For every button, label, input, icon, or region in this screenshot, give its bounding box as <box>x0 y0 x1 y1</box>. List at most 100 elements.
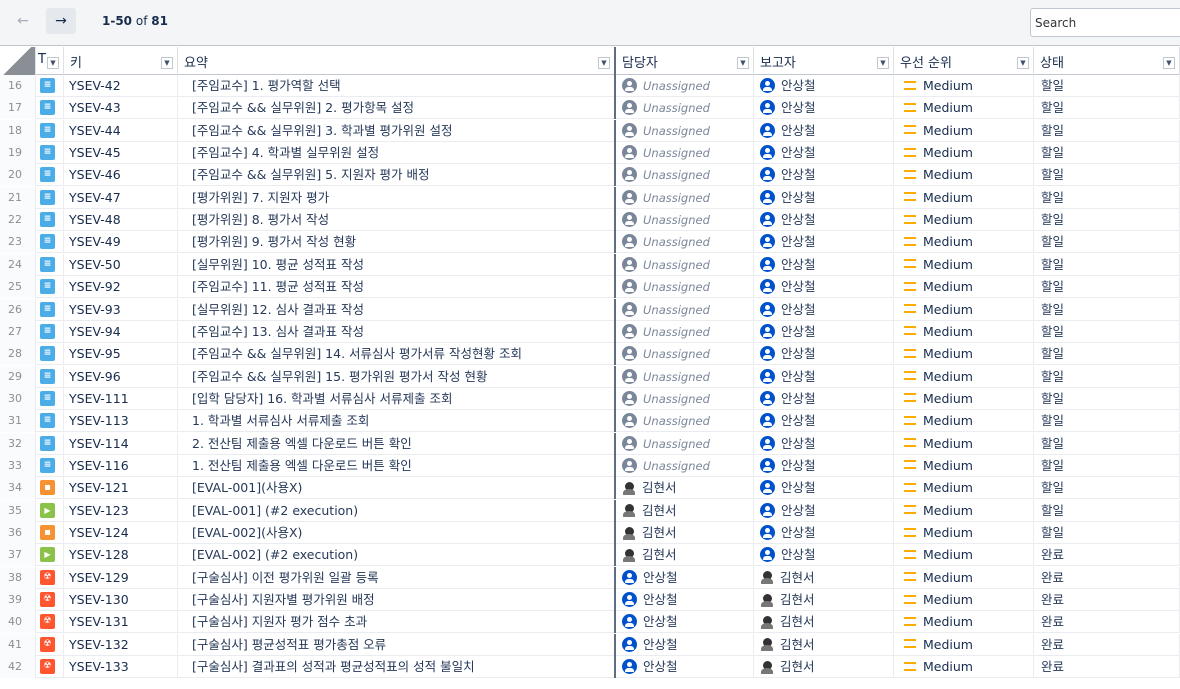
reporter-cell[interactable]: 안상철 <box>754 142 894 165</box>
assignee-cell[interactable]: Unassigned <box>616 119 754 142</box>
assignee-cell[interactable]: 김현서 <box>616 499 754 522</box>
priority-cell[interactable]: Medium <box>894 97 1034 120</box>
issue-key[interactable]: YSEV-49 <box>64 231 178 254</box>
issue-key[interactable]: YSEV-123 <box>64 499 178 522</box>
issue-summary[interactable]: [주임교수 && 실무위원] 14. 서류심사 평가서류 작성현황 조회 <box>178 343 616 366</box>
reporter-cell[interactable]: 안상철 <box>754 97 894 120</box>
status-cell[interactable]: 할일 <box>1034 499 1180 522</box>
reporter-cell[interactable]: 김현서 <box>754 656 894 679</box>
table-row[interactable]: 42 ☢ YSEV-133 [구술심사] 결과표의 성적과 평균성적표의 성적 불일치… <box>0 656 1180 679</box>
issue-key[interactable]: YSEV-133 <box>64 656 178 679</box>
table-row[interactable]: 30 ≡ YSEV-111 [입학 담당자] 16. 학과별 서류심사 서류제출 조회… <box>0 387 1180 410</box>
issue-key[interactable]: YSEV-114 <box>64 432 178 455</box>
priority-cell[interactable]: Medium <box>894 589 1034 612</box>
assignee-cell[interactable]: Unassigned <box>616 253 754 276</box>
reporter-cell[interactable]: 안상철 <box>754 276 894 299</box>
table-row[interactable]: 23 ≡ YSEV-49 [평가위원] 9. 평가서 작성 현황 Unassigned 안… <box>0 231 1180 254</box>
reporter-cell[interactable]: 안상철 <box>754 410 894 433</box>
status-cell[interactable]: 할일 <box>1034 387 1180 410</box>
issue-key[interactable]: YSEV-93 <box>64 298 178 321</box>
status-cell[interactable]: 완료 <box>1034 566 1180 589</box>
priority-cell[interactable]: Medium <box>894 499 1034 522</box>
priority-cell[interactable]: Medium <box>894 432 1034 455</box>
issue-key[interactable]: YSEV-48 <box>64 209 178 232</box>
issue-key[interactable]: YSEV-116 <box>64 454 178 477</box>
status-cell[interactable]: 완료 <box>1034 611 1180 634</box>
issue-summary[interactable]: [구술심사] 평균성적표 평가총점 오류 <box>178 633 616 656</box>
issue-summary[interactable]: [입학 담당자] 16. 학과별 서류심사 서류제출 조회 <box>178 387 616 410</box>
issue-summary[interactable]: [평가위원] 9. 평가서 작성 현황 <box>178 231 616 254</box>
column-header-assignee[interactable]: 담당자 ▼ <box>616 47 754 75</box>
assignee-cell[interactable]: 안상철 <box>616 633 754 656</box>
assignee-cell[interactable]: 김현서 <box>616 477 754 500</box>
issue-key[interactable]: YSEV-47 <box>64 186 178 209</box>
previous-page-button[interactable]: ← <box>8 8 38 34</box>
reporter-cell[interactable]: 안상철 <box>754 298 894 321</box>
issue-key[interactable]: YSEV-113 <box>64 410 178 433</box>
issue-key[interactable]: YSEV-130 <box>64 589 178 612</box>
assignee-cell[interactable]: Unassigned <box>616 186 754 209</box>
table-row[interactable]: 19 ≡ YSEV-45 [주임교수] 4. 학과별 실무위원 설정 Unassigne… <box>0 142 1180 165</box>
reporter-cell[interactable]: 안상철 <box>754 231 894 254</box>
priority-cell[interactable]: Medium <box>894 209 1034 232</box>
table-row[interactable]: 22 ≡ YSEV-48 [평가위원] 8. 평가서 작성 Unassigned 안상철 M… <box>0 209 1180 232</box>
filter-dropdown-icon[interactable]: ▼ <box>737 57 749 69</box>
status-cell[interactable]: 할일 <box>1034 75 1180 97</box>
status-cell[interactable]: 할일 <box>1034 410 1180 433</box>
filter-dropdown-icon[interactable]: ▼ <box>161 57 173 69</box>
issue-summary[interactable]: [주임교수 && 실무위원] 2. 평가항목 설정 <box>178 97 616 120</box>
issue-summary[interactable]: 1. 전산팀 제출용 엑셀 다운로드 버튼 확인 <box>178 454 616 477</box>
issue-summary[interactable]: [EVAL-002] (#2 execution) <box>178 544 616 567</box>
issue-key[interactable]: YSEV-46 <box>64 164 178 187</box>
status-cell[interactable]: 할일 <box>1034 276 1180 299</box>
assignee-cell[interactable]: Unassigned <box>616 343 754 366</box>
table-row[interactable]: 26 ≡ YSEV-93 [실무위원] 12. 심사 결과표 작성 Unassigned… <box>0 298 1180 321</box>
filter-dropdown-icon[interactable]: ▼ <box>598 57 610 69</box>
reporter-cell[interactable]: 안상철 <box>754 522 894 544</box>
priority-cell[interactable]: Medium <box>894 320 1034 343</box>
table-row[interactable]: 20 ≡ YSEV-46 [주임교수 && 실무위원] 5. 지원자 평가 배정 Una… <box>0 164 1180 187</box>
issue-key[interactable]: YSEV-95 <box>64 343 178 366</box>
status-cell[interactable]: 할일 <box>1034 320 1180 343</box>
issue-key[interactable]: YSEV-132 <box>64 633 178 656</box>
issue-summary[interactable]: [구술심사] 결과표의 성적과 평균성적표의 성적 불일치 <box>178 656 616 679</box>
priority-cell[interactable]: Medium <box>894 365 1034 388</box>
status-cell[interactable]: 완료 <box>1034 656 1180 679</box>
priority-cell[interactable]: Medium <box>894 253 1034 276</box>
reporter-cell[interactable]: 안상철 <box>754 320 894 343</box>
assignee-cell[interactable]: Unassigned <box>616 142 754 165</box>
filter-dropdown-icon[interactable]: ▼ <box>1017 57 1029 69</box>
issue-summary[interactable]: [구술심사] 이전 평가위원 일괄 등록 <box>178 566 616 589</box>
status-cell[interactable]: 할일 <box>1034 231 1180 254</box>
issue-summary[interactable]: [주임교수] 11. 평균 성적표 작성 <box>178 276 616 299</box>
column-header-reporter[interactable]: 보고자 ▼ <box>754 47 894 75</box>
priority-cell[interactable]: Medium <box>894 298 1034 321</box>
issue-summary[interactable]: [평가위원] 7. 지원자 평가 <box>178 186 616 209</box>
status-cell[interactable]: 할일 <box>1034 186 1180 209</box>
priority-cell[interactable]: Medium <box>894 231 1034 254</box>
priority-cell[interactable]: Medium <box>894 522 1034 544</box>
priority-cell[interactable]: Medium <box>894 343 1034 366</box>
status-cell[interactable]: 할일 <box>1034 164 1180 187</box>
assignee-cell[interactable]: 안상철 <box>616 589 754 612</box>
next-page-button[interactable]: → <box>46 8 76 34</box>
column-header-type[interactable]: T ▼ <box>36 47 64 75</box>
reporter-cell[interactable]: 안상철 <box>754 477 894 500</box>
table-row[interactable]: 24 ≡ YSEV-50 [실무위원] 10. 평균 성적표 작성 Unassigned… <box>0 253 1180 276</box>
select-all-corner[interactable] <box>0 47 36 75</box>
table-row[interactable]: 21 ≡ YSEV-47 [평가위원] 7. 지원자 평가 Unassigned 안상철 M… <box>0 186 1180 209</box>
table-row[interactable]: 36 ▪ YSEV-124 [EVAL-002](사용X) 김현서 안상철 Medium 할일 <box>0 522 1180 544</box>
issue-key[interactable]: YSEV-42 <box>64 75 178 97</box>
table-row[interactable]: 29 ≡ YSEV-96 [주임교수 && 실무위원] 15. 평가위원 평가서 작성… <box>0 365 1180 388</box>
status-cell[interactable]: 완료 <box>1034 544 1180 567</box>
priority-cell[interactable]: Medium <box>894 544 1034 567</box>
status-cell[interactable]: 할일 <box>1034 253 1180 276</box>
status-cell[interactable]: 완료 <box>1034 589 1180 612</box>
table-row[interactable]: 16 ≡ YSEV-42 [주임교수] 1. 평가역할 선택 Unassigned 안상철… <box>0 75 1180 97</box>
table-row[interactable]: 37 ▶ YSEV-128 [EVAL-002] (#2 execution) 김현서 안… <box>0 544 1180 567</box>
issue-key[interactable]: YSEV-128 <box>64 544 178 567</box>
filter-dropdown-icon[interactable]: ▼ <box>1163 57 1175 69</box>
priority-cell[interactable]: Medium <box>894 75 1034 97</box>
reporter-cell[interactable]: 안상철 <box>754 365 894 388</box>
column-header-status[interactable]: 상태 ▼ <box>1034 47 1180 75</box>
